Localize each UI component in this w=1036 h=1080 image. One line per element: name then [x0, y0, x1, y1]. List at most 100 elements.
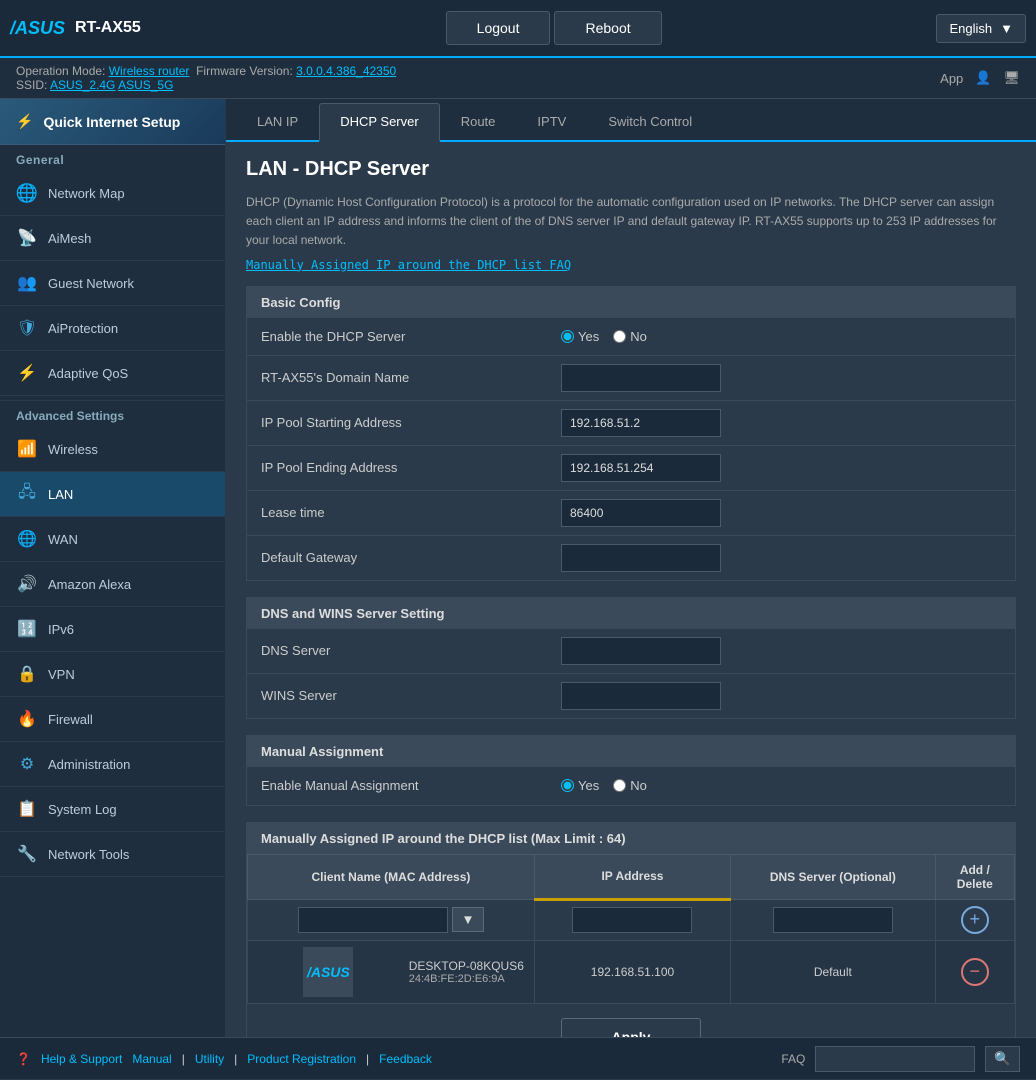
sidebar-item-network-tools[interactable]: 🔧 Network Tools — [0, 832, 225, 877]
reboot-button[interactable]: Reboot — [554, 11, 661, 45]
footer-search-button[interactable]: 🔍 — [985, 1046, 1020, 1072]
app-label[interactable]: App — [940, 71, 963, 86]
ssid1-link[interactable]: ASUS_2.4G — [50, 78, 115, 92]
sidebar-item-wan[interactable]: 🌐 WAN — [0, 517, 225, 562]
wins-server-label: WINS Server — [261, 688, 561, 703]
device-icon: /ASUS — [303, 947, 353, 997]
firmware-prefix: Firmware Version: — [193, 64, 296, 78]
wins-server-input[interactable] — [561, 682, 721, 710]
footer-search-input[interactable] — [815, 1046, 975, 1072]
sidebar-label-vpn: VPN — [48, 667, 75, 682]
page-title: LAN - DHCP Server — [246, 158, 1016, 181]
utility-link[interactable]: Utility — [195, 1052, 224, 1066]
dhcp-list-section: Manually Assigned IP around the DHCP lis… — [246, 822, 1016, 1037]
tab-route[interactable]: Route — [440, 103, 517, 140]
tab-switch-control[interactable]: Switch Control — [587, 103, 713, 140]
dns-server-input[interactable] — [561, 637, 721, 665]
enable-manual-no-radio[interactable] — [613, 779, 626, 792]
manual-assignment-section: Manual Assignment Enable Manual Assignme… — [246, 735, 1016, 806]
qos-icon: ⚡ — [16, 362, 38, 384]
sidebar-item-vpn[interactable]: 🔒 VPN — [0, 652, 225, 697]
op-mode-link[interactable]: Wireless router — [109, 64, 190, 78]
ip-pool-start-input[interactable] — [561, 409, 721, 437]
quick-setup-label: Quick Internet Setup — [43, 114, 180, 130]
sidebar-item-network-map[interactable]: 🌐 Network Map — [0, 171, 225, 216]
sidebar-item-aimesh[interactable]: 📡 AiMesh — [0, 216, 225, 261]
enable-dhcp-yes-radio[interactable] — [561, 330, 574, 343]
firmware-link[interactable]: 3.0.0.4.386_42350 — [296, 64, 396, 78]
default-gw-input[interactable] — [561, 544, 721, 572]
admin-icon: ⚙ — [16, 753, 38, 775]
enable-manual-yes-label[interactable]: Yes — [561, 778, 599, 793]
enable-dhcp-no-radio[interactable] — [613, 330, 626, 343]
enable-manual-label: Enable Manual Assignment — [261, 778, 561, 793]
ip-pool-end-control — [561, 454, 1001, 482]
enable-dhcp-control: Yes No — [561, 329, 1001, 344]
tab-dhcp-server-label: DHCP Server — [340, 114, 419, 129]
wins-server-row: WINS Server — [247, 674, 1015, 718]
ssid2-link[interactable]: ASUS_5G — [118, 78, 173, 92]
help-support-link[interactable]: Help & Support — [41, 1052, 122, 1066]
remove-entry-button[interactable]: − — [961, 958, 989, 986]
product-reg-link[interactable]: Product Registration — [247, 1052, 356, 1066]
page-description: DHCP (Dynamic Host Configuration Protoco… — [246, 193, 1016, 251]
sidebar-item-ipv6[interactable]: 🔢 IPv6 — [0, 607, 225, 652]
manual-link[interactable]: Manual — [132, 1052, 171, 1066]
sidebar-item-aiprotection[interactable]: 🛡 AiProtection — [0, 306, 225, 351]
add-entry-button[interactable]: + — [961, 906, 989, 934]
add-dns-input[interactable] — [773, 907, 893, 933]
device-cell: /ASUS DESKTOP-08KQUS6 24:4B:FE:2D:E6:9A — [248, 940, 535, 1003]
sidebar-label-adaptive-qos: Adaptive QoS — [48, 366, 128, 381]
logout-button[interactable]: Logout — [446, 11, 551, 45]
general-section-label: General — [0, 145, 225, 171]
ipv6-icon: 🔢 — [16, 618, 38, 640]
sidebar-item-amazon-alexa[interactable]: 🔊 Amazon Alexa — [0, 562, 225, 607]
help-icon: ❓ — [16, 1052, 31, 1066]
shield-icon: 🛡 — [16, 317, 38, 339]
enable-manual-yes-radio[interactable] — [561, 779, 574, 792]
sidebar-label-administration: Administration — [48, 757, 130, 772]
tab-iptv[interactable]: IPTV — [516, 103, 587, 140]
alexa-icon: 🔊 — [16, 573, 38, 595]
op-mode-prefix: Operation Mode: — [16, 64, 109, 78]
content-area: LAN IP DHCP Server Route IPTV Switch Con… — [226, 99, 1036, 1037]
user-icon[interactable]: 👤 — [975, 70, 991, 86]
enable-manual-no-label[interactable]: No — [613, 778, 647, 793]
add-row-action-cell: + — [935, 899, 1014, 940]
sidebar-item-adaptive-qos[interactable]: ⚡ Adaptive QoS — [0, 351, 225, 396]
globe-icon: 🌐 — [16, 182, 38, 204]
add-client-input[interactable] — [298, 907, 448, 933]
sidebar-item-firewall[interactable]: 🔥 Firewall — [0, 697, 225, 742]
add-ip-input[interactable] — [572, 907, 692, 933]
client-dropdown-button[interactable]: ▼ — [452, 907, 483, 932]
faq-link[interactable]: Manually Assigned IP around the DHCP lis… — [246, 258, 571, 272]
enable-dhcp-yes-label[interactable]: Yes — [561, 329, 599, 344]
sidebar-item-wireless[interactable]: 📶 Wireless — [0, 427, 225, 472]
footer: ❓ Help & Support Manual | Utility | Prod… — [0, 1037, 1036, 1079]
sidebar-item-guest-network[interactable]: 👥 Guest Network — [0, 261, 225, 306]
apply-button[interactable]: Apply — [561, 1018, 702, 1037]
fire-icon: 🔥 — [16, 708, 38, 730]
manual-assignment-header: Manual Assignment — [247, 736, 1015, 767]
enable-dhcp-no-label[interactable]: No — [613, 329, 647, 344]
col-dns-header: DNS Server (Optional) — [731, 854, 936, 899]
domain-name-control — [561, 364, 1001, 392]
wins-server-control — [561, 682, 1001, 710]
ip-pool-start-row: IP Pool Starting Address — [247, 401, 1015, 446]
feedback-link[interactable]: Feedback — [379, 1052, 432, 1066]
wan-icon: 🌐 — [16, 528, 38, 550]
domain-name-input[interactable] — [561, 364, 721, 392]
ssid-prefix: SSID: — [16, 78, 50, 92]
sidebar-item-system-log[interactable]: 📋 System Log — [0, 787, 225, 832]
tab-lan-ip[interactable]: LAN IP — [236, 103, 319, 140]
status-icons: App 👤 🖥 — [940, 70, 1020, 86]
monitor-icon[interactable]: 🖥 — [1003, 70, 1020, 86]
sidebar-item-lan[interactable]: 🖧 LAN — [0, 472, 225, 517]
wifi-icon: 📶 — [16, 438, 38, 460]
ip-pool-end-input[interactable] — [561, 454, 721, 482]
sidebar-item-administration[interactable]: ⚙ Administration — [0, 742, 225, 787]
language-selector[interactable]: English ▼ — [936, 14, 1026, 43]
lease-time-input[interactable] — [561, 499, 721, 527]
tab-dhcp-server[interactable]: DHCP Server — [319, 103, 440, 142]
quick-setup-button[interactable]: ⚡ Quick Internet Setup — [0, 99, 225, 145]
